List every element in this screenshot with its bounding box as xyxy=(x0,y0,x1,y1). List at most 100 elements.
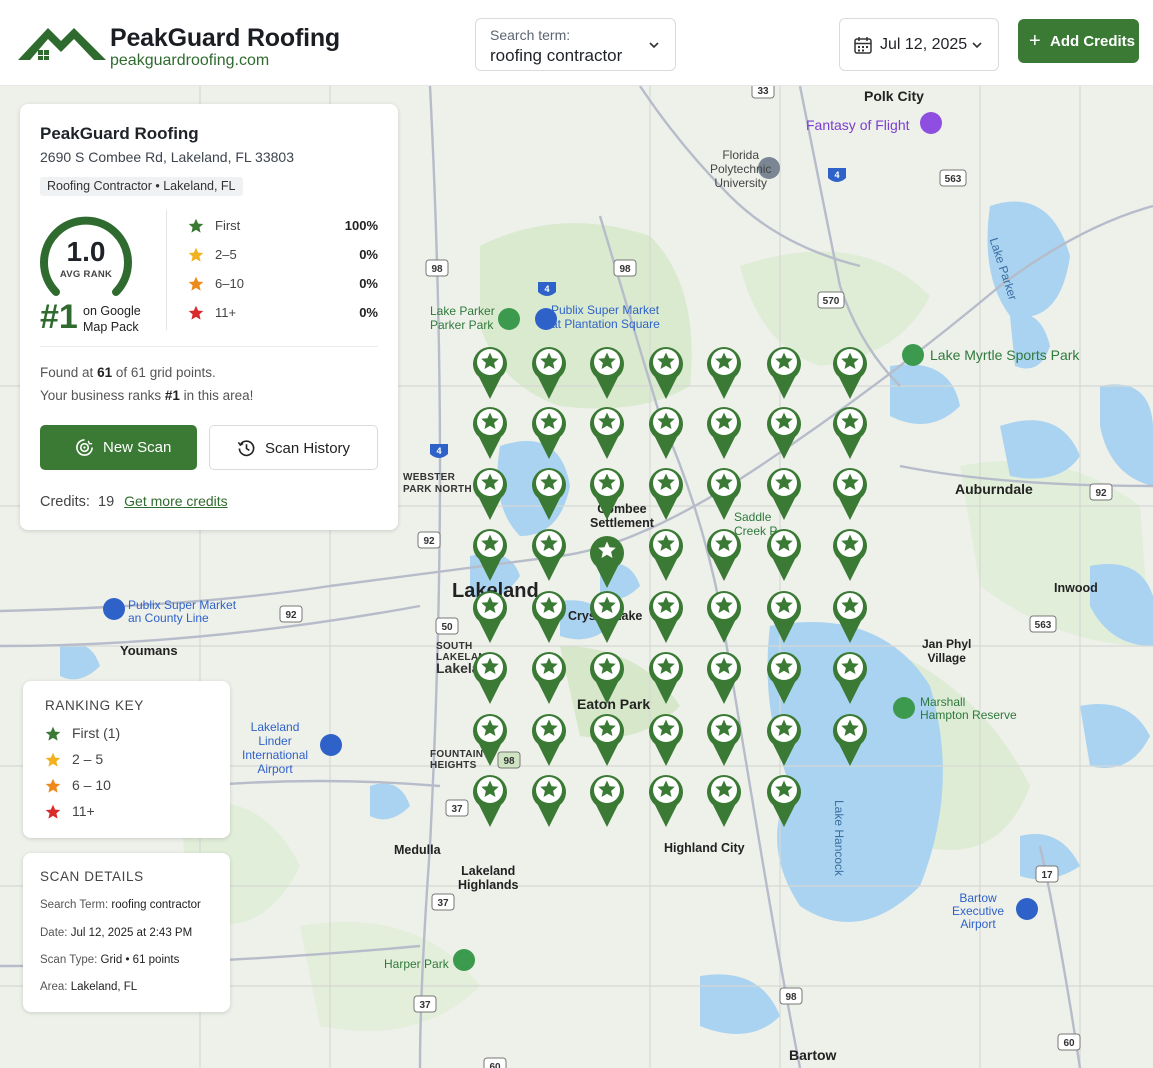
rank-pin[interactable] xyxy=(648,772,684,828)
rank-pin[interactable] xyxy=(766,526,802,582)
park-poi-icon[interactable] xyxy=(893,697,915,719)
app-header: PeakGuard Roofing peakguardroofing.com S… xyxy=(0,0,1153,86)
rank-pin[interactable] xyxy=(706,772,742,828)
rank-pin[interactable] xyxy=(832,404,868,460)
rank-pin[interactable] xyxy=(832,649,868,705)
ranks-text: Your business ranks xyxy=(40,388,162,403)
airport-poi-icon[interactable] xyxy=(320,734,342,756)
rank-pin[interactable] xyxy=(472,772,508,828)
rank-pin[interactable] xyxy=(648,711,684,767)
rank-pin[interactable] xyxy=(832,465,868,521)
park-poi-icon[interactable] xyxy=(902,344,924,366)
rank-pin[interactable] xyxy=(766,711,802,767)
rank-pin[interactable] xyxy=(589,711,625,767)
ferris-wheel-poi-icon[interactable] xyxy=(920,112,942,134)
rank-pin[interactable] xyxy=(589,465,625,521)
map-pin-icon xyxy=(649,407,683,459)
svg-text:60: 60 xyxy=(489,1062,501,1068)
map-label-line: Lake Parker xyxy=(430,304,495,318)
map-pin-icon xyxy=(707,775,741,827)
map-pin-icon xyxy=(532,714,566,766)
map-pin-icon xyxy=(767,591,801,643)
svg-text:92: 92 xyxy=(423,536,435,547)
found-text: of xyxy=(115,365,128,380)
map-pin-icon xyxy=(590,591,624,643)
rank-pin[interactable] xyxy=(589,404,625,460)
rank-pin[interactable] xyxy=(706,344,742,400)
rank-pin[interactable] xyxy=(766,588,802,644)
rank-pin[interactable] xyxy=(472,344,508,400)
rank-pin[interactable] xyxy=(472,588,508,644)
rank-pin[interactable] xyxy=(589,772,625,828)
svg-text:98: 98 xyxy=(785,992,797,1003)
rank-pin[interactable] xyxy=(648,465,684,521)
rank-pin[interactable] xyxy=(531,649,567,705)
house-roof-logo-icon[interactable] xyxy=(18,22,106,64)
rank-pin[interactable] xyxy=(648,649,684,705)
rank-pin[interactable] xyxy=(589,588,625,644)
map-pin-icon xyxy=(649,652,683,704)
category-tag: Roofing Contractor • Lakeland, FL xyxy=(40,177,243,196)
map-pin-icon xyxy=(649,775,683,827)
rank-pin[interactable] xyxy=(531,711,567,767)
map-pin-icon xyxy=(590,775,624,827)
rank-pin[interactable] xyxy=(648,588,684,644)
rank-pin[interactable] xyxy=(531,404,567,460)
rank-pin[interactable] xyxy=(472,404,508,460)
history-icon xyxy=(237,440,255,457)
svg-text:563: 563 xyxy=(945,174,962,185)
shopping-poi-icon[interactable] xyxy=(103,598,125,620)
park-poi-icon[interactable] xyxy=(498,308,520,330)
map-pin-icon xyxy=(833,468,867,520)
business-location-pin[interactable] xyxy=(589,533,625,589)
scan-history-button[interactable]: Scan History xyxy=(209,425,378,470)
scan-detail-row: Area: Lakeland, FL xyxy=(40,981,137,993)
svg-text:98: 98 xyxy=(619,264,631,275)
rank-pin[interactable] xyxy=(832,526,868,582)
new-scan-button[interactable]: New Scan xyxy=(40,425,197,470)
rank-number: #1 xyxy=(40,298,78,336)
rank-pin[interactable] xyxy=(832,344,868,400)
rank-pin[interactable] xyxy=(472,465,508,521)
rank-pin[interactable] xyxy=(648,404,684,460)
rank-pin[interactable] xyxy=(589,344,625,400)
rank-pin[interactable] xyxy=(472,526,508,582)
add-credits-button[interactable]: + Add Credits xyxy=(1018,19,1139,63)
date-select[interactable]: Jul 12, 2025 xyxy=(839,18,999,71)
rank-pin[interactable] xyxy=(589,649,625,705)
rank-pin[interactable] xyxy=(472,711,508,767)
rank-pin[interactable] xyxy=(648,526,684,582)
get-more-credits-link[interactable]: Get more credits xyxy=(124,493,227,509)
map-pin-icon xyxy=(767,775,801,827)
rank-pin[interactable] xyxy=(832,588,868,644)
rank-pin[interactable] xyxy=(766,404,802,460)
rank-pin[interactable] xyxy=(706,588,742,644)
rank-pin[interactable] xyxy=(766,649,802,705)
rank-pin[interactable] xyxy=(706,465,742,521)
rank-pin[interactable] xyxy=(832,711,868,767)
rank-pin[interactable] xyxy=(531,588,567,644)
rank-pin[interactable] xyxy=(766,465,802,521)
rank-pin[interactable] xyxy=(531,772,567,828)
park-poi-icon[interactable] xyxy=(453,949,475,971)
airport-poi-icon[interactable] xyxy=(1016,898,1038,920)
search-term-select[interactable]: Search term: roofing contractor xyxy=(475,18,676,71)
scan-history-label: Scan History xyxy=(265,440,351,457)
rank-pin[interactable] xyxy=(706,404,742,460)
map-label-line: Publix Super Market xyxy=(551,303,660,317)
rank-pin[interactable] xyxy=(706,526,742,582)
map-label: Lake Hancock xyxy=(832,800,846,877)
rank-pin[interactable] xyxy=(766,344,802,400)
rank-pin[interactable] xyxy=(472,649,508,705)
rank-pin[interactable] xyxy=(531,465,567,521)
rank-pin[interactable] xyxy=(531,526,567,582)
plus-icon: + xyxy=(1029,30,1041,52)
rank-pin[interactable] xyxy=(531,344,567,400)
map-label: Lakeland Linder International Airport xyxy=(242,720,308,776)
business-name: PeakGuard Roofing xyxy=(40,124,199,143)
star-icon xyxy=(45,726,61,741)
rank-pin[interactable] xyxy=(648,344,684,400)
rank-pin[interactable] xyxy=(766,772,802,828)
rank-pin[interactable] xyxy=(706,649,742,705)
rank-pin[interactable] xyxy=(706,711,742,767)
